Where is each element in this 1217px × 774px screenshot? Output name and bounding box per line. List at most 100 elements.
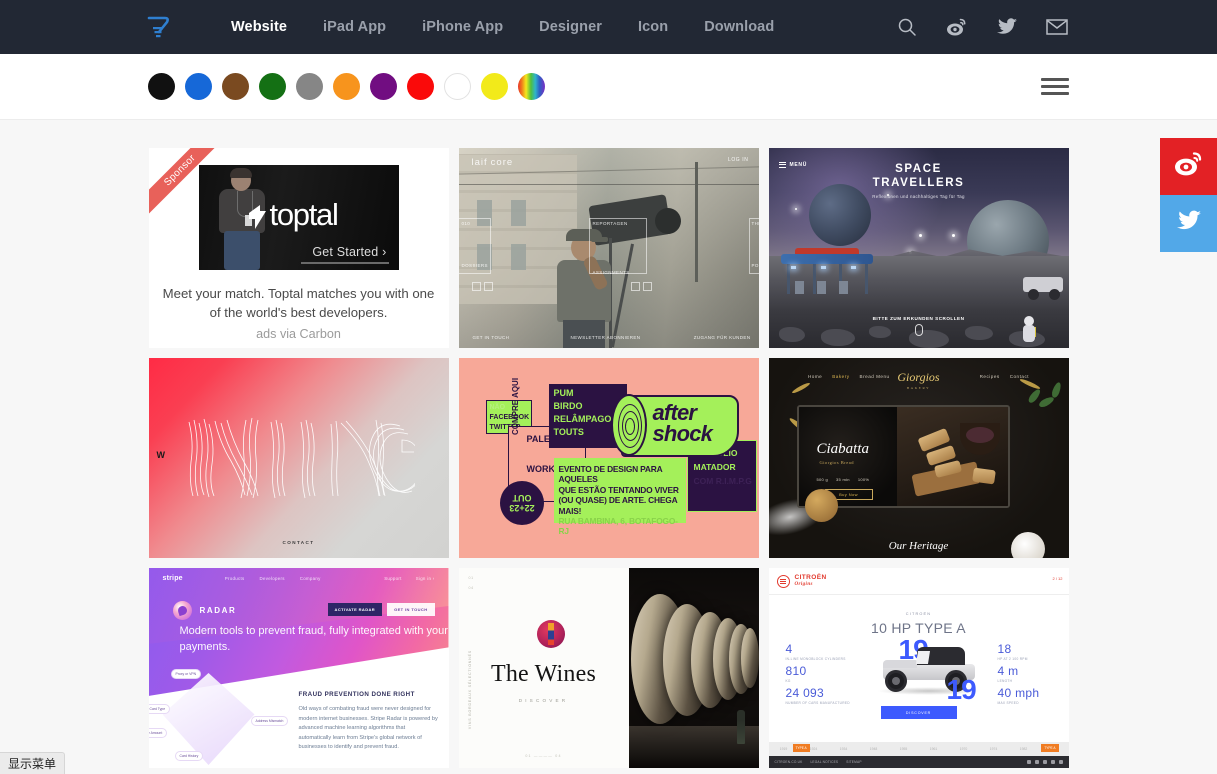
color-swatch-black[interactable]	[148, 73, 175, 100]
nav-item-download[interactable]: Download	[686, 19, 792, 35]
space-title-line-1: SPACE	[895, 163, 942, 175]
stripe-nav-company[interactable]: Company	[300, 576, 321, 581]
laif-footer-right[interactable]: ZUGANG FÜR KUNDEN	[694, 335, 751, 340]
nav-item-website[interactable]: Website	[213, 19, 305, 35]
twitter-share-button[interactable]	[1160, 195, 1217, 252]
citroen-footer-social	[1026, 760, 1063, 764]
citroen-timeline-7[interactable]: 1974	[979, 747, 1009, 751]
laif-pole	[694, 162, 698, 282]
search-icon[interactable]	[895, 15, 919, 39]
stripe-activate-button[interactable]: ACTIVATE RADAR	[327, 603, 383, 616]
color-swatch-brown[interactable]	[222, 73, 249, 100]
laif-brand-sub: core	[490, 157, 514, 168]
toptal-logo-text: toptal	[269, 197, 339, 232]
stripe-cta-group: ACTIVATE RADAR GET IN TOUCH	[327, 603, 435, 616]
twitter-icon-small[interactable]	[1026, 760, 1031, 764]
stripe-nav-support[interactable]: Support	[384, 576, 401, 581]
citroen-menu-icon[interactable]	[776, 575, 790, 588]
stripe-nav-signin[interactable]: Sign in ›	[416, 576, 435, 581]
color-swatch-red[interactable]	[407, 73, 434, 100]
citroen-footer-link-1[interactable]: LEGAL NOTICES	[810, 760, 838, 764]
citroen-stat-cylinders-value: 4	[785, 642, 793, 656]
citroen-timeline-4[interactable]: 1955	[889, 747, 919, 751]
laif-footer-center[interactable]: NEWSLETTER ABONNIEREN	[571, 335, 641, 340]
pinterest-icon-small[interactable]	[1042, 760, 1047, 764]
toptal-banner-image: toptal Get Started ›	[198, 165, 399, 270]
shock-date-badge: 22+23 OUT	[499, 481, 544, 525]
hamburger-menu-icon[interactable]	[1041, 74, 1069, 99]
giorgios-food-photo	[896, 407, 1008, 506]
card-space-travellers[interactable]: MENÜ SPACE TRAVELLERS Reflexionen und na…	[768, 148, 1069, 348]
color-swatch-purple[interactable]	[370, 73, 397, 100]
citroen-stat-length-label: LENGTH	[997, 679, 1013, 683]
laif-footer-left[interactable]: GET IN TOUCH	[473, 335, 510, 340]
weibo-icon	[1174, 151, 1204, 182]
twitter-icon	[1175, 209, 1203, 238]
citroen-footer-link-2[interactable]: SITEMAP	[846, 760, 861, 764]
card-the-wines[interactable]: 01 04 VINS BORDEAUX SÉLECTIONNÉS The Win…	[458, 568, 759, 768]
weibo-icon[interactable]	[945, 15, 969, 39]
stripe-nav-right: Support Sign in ›	[384, 576, 434, 581]
citroen-footer-link-0[interactable]: CITROEN.CO.UK	[775, 760, 803, 764]
space-scroll-hint: BITTE ZUM ERKUNDEN SCROLLEN	[872, 315, 965, 321]
card-laif-core[interactable]: 010 REPORTAGEN THEMEN DOSSIERS ASSIGNMEN…	[458, 148, 759, 348]
stripe-logo[interactable]: stripe	[163, 575, 183, 582]
color-swatch-gray[interactable]	[296, 73, 323, 100]
card-stripe-radar[interactable]: stripe Products Developers Company Suppo…	[148, 568, 449, 768]
citroen-timeline-2[interactable]: 1934	[829, 747, 859, 751]
card-wind[interactable]: W CONTACT	[148, 358, 449, 558]
giorgios-product-name: Ciabatta Giorgios Bread	[817, 441, 870, 465]
color-swatch-white[interactable]	[444, 73, 471, 100]
color-swatch-yellow[interactable]	[481, 73, 508, 100]
nav-item-designer[interactable]: Designer	[521, 19, 620, 35]
color-swatch-rainbow[interactable]	[518, 73, 545, 100]
nav-item-ipad-app[interactable]: iPad App	[305, 19, 404, 35]
stripe-nav-developers[interactable]: Developers	[260, 576, 285, 581]
giorgios-product-sub: Giorgios Bread	[819, 460, 855, 465]
site-logo-icon[interactable]	[143, 12, 173, 42]
space-scroll-mouse-icon	[914, 324, 923, 336]
citroen-discover-button[interactable]: DISCOVER	[880, 706, 957, 719]
color-swatch-orange[interactable]	[333, 73, 360, 100]
wines-discover-link[interactable]: DISCOVER	[459, 698, 629, 703]
laif-frame-label-2: THEMEN	[751, 221, 759, 226]
wines-title: The Wines	[490, 661, 597, 687]
weibo-share-button[interactable]	[1160, 138, 1217, 195]
youtube-icon-small[interactable]	[1050, 760, 1055, 764]
stripe-pill-amount: Purchase Amount	[148, 728, 168, 738]
card-aftershock-poster[interactable]: NÃO FACEBOOK TWITTER COMPRE AQUI PALESTR…	[458, 358, 759, 558]
card-citroen-origins[interactable]: CITROËN Origins 2 / 12 CITROËN 10 HP TYP…	[768, 568, 1069, 768]
giorgios-spec-time: 35 min	[836, 477, 850, 482]
shock-word-0: PUM	[553, 388, 574, 398]
color-swatch-green[interactable]	[259, 73, 286, 100]
citroen-timeline-8[interactable]: 1982	[1009, 747, 1039, 751]
card-giorgios-bakery[interactable]: Home Bakery Bread Menu Recipes Contact G…	[768, 358, 1069, 558]
instagram-icon-small[interactable]	[1058, 760, 1063, 764]
nav-item-iphone-app[interactable]: iPhone App	[404, 19, 521, 35]
wind-contact-link[interactable]: CONTACT	[149, 540, 449, 545]
card-sponsor-toptal[interactable]: Sponsor toptal Get Started › Meet your m…	[148, 148, 449, 348]
twitter-icon[interactable]	[995, 15, 1019, 39]
sponsor-ads-via[interactable]: ads via Carbon	[256, 327, 341, 341]
toptal-get-started-link[interactable]: Get Started ›	[312, 245, 386, 259]
shock-title-line-2: shock	[652, 421, 713, 446]
citroen-timeline[interactable]: 1919 1924 1934 1948 1955 1961 1970 1974 …	[768, 742, 1069, 756]
giorgios-bowl	[959, 423, 1000, 455]
facebook-icon-small[interactable]	[1034, 760, 1039, 764]
shock-title: after shock	[652, 402, 713, 446]
stripe-pill-address: Address Mismatch	[250, 716, 289, 726]
nav-item-icon[interactable]: Icon	[620, 19, 686, 35]
citroen-timeline-6[interactable]: 1970	[949, 747, 979, 751]
laif-login-link[interactable]: LOG IN	[728, 157, 749, 163]
laif-brand-name: laif	[471, 157, 488, 168]
space-subtitle: Reflexionen und nachhaltiges Tag für Tag	[872, 194, 965, 199]
citroen-timeline-3[interactable]: 1948	[859, 747, 889, 751]
shock-body-line-3: (OU QUASE) DE ARTE. CHEGA MAIS!	[558, 495, 678, 516]
header-icon-group	[895, 15, 1069, 39]
stripe-contact-button[interactable]: GET IN TOUCH	[387, 603, 435, 616]
stripe-radar-brand: RADAR	[172, 601, 237, 620]
mail-icon[interactable]	[1045, 15, 1069, 39]
citroen-timeline-5[interactable]: 1961	[919, 747, 949, 751]
stripe-nav-products[interactable]: Products	[225, 576, 245, 581]
color-swatch-blue[interactable]	[185, 73, 212, 100]
